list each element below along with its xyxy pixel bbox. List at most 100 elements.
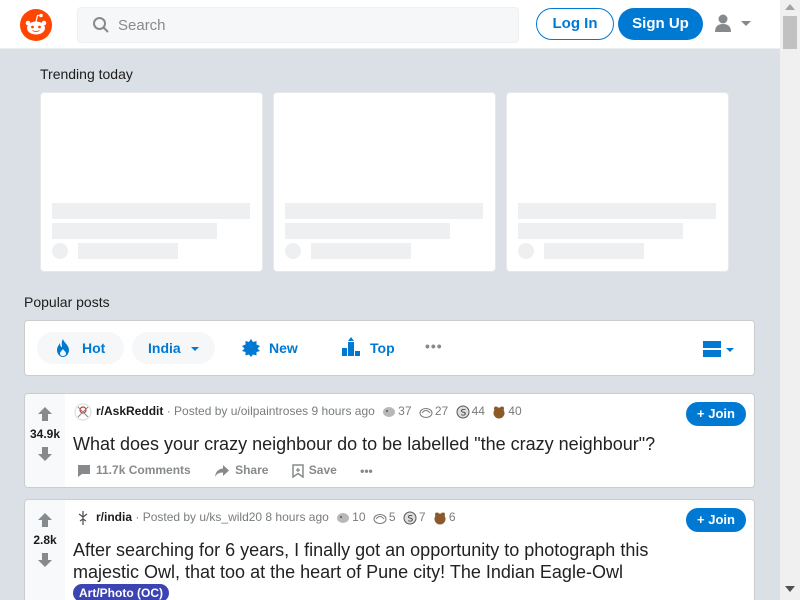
downvote-icon[interactable] [37,446,53,462]
post-title[interactable]: After searching for 6 years, I finally g… [73,539,648,583]
downvote-icon[interactable] [37,552,53,568]
subreddit-link[interactable]: r/AskReddit [96,404,163,418]
skeleton-line [518,203,716,219]
vote-count: 2.8k [33,533,57,547]
search-input[interactable]: Search [118,17,166,34]
sort-bar: Hot India New Top ••• [24,320,755,376]
page-scrollbar[interactable] [780,0,800,600]
subreddit-icon[interactable] [74,509,92,527]
chevron-down-icon [726,348,734,352]
join-button[interactable]: + Join [686,402,746,426]
more-options-button[interactable]: ••• [360,464,373,478]
post-actions: 11.7k Comments Share Save ••• [77,463,393,479]
upvote-icon[interactable] [37,512,53,528]
comments-label: 11.7k Comments [96,463,191,478]
skeleton-avatar [518,243,534,259]
trending-card[interactable] [40,92,263,272]
posted-by-text: · Posted by u/oilpaintroses 9 hours ago [166,404,375,419]
top-header: Search Log In Sign Up [0,0,780,49]
view-layout-button[interactable] [703,339,737,359]
trending-card[interactable] [273,92,496,272]
share-label: Share [235,463,269,478]
signup-button[interactable]: Sign Up [618,8,703,40]
reddit-logo-icon[interactable] [20,9,52,41]
bookmark-icon [292,464,304,479]
location-select[interactable]: India [132,332,215,364]
post-title-line: majestic Owl, that too at the heart of P… [73,562,623,582]
chevron-down-icon [741,21,751,26]
award-count: 10 [352,510,366,525]
award-count: 37 [398,404,412,419]
subreddit-link[interactable]: r/india [96,510,132,524]
post-flair[interactable]: Art/Photo (OC) [73,584,169,600]
more-options-button[interactable]: ••• [425,338,443,354]
posted-by-text: · Posted by u/ks_wild20 8 hours ago [135,510,329,525]
sort-top-label: Top [370,340,395,356]
join-label: Join [708,406,735,421]
save-button[interactable]: Save [292,463,337,479]
award-icon [337,513,350,523]
sort-hot-label: Hot [82,340,106,356]
skeleton-line [52,203,250,219]
subreddit-icon[interactable] [74,403,92,421]
comments-button[interactable]: 11.7k Comments [77,463,191,478]
skeleton-line [52,223,217,239]
login-button[interactable]: Log In [536,8,614,40]
award-count: 27 [434,404,449,419]
post-meta: r/AskReddit · Posted by u/oilpaintroses … [74,403,522,421]
scroll-down-icon[interactable] [785,586,795,592]
scroll-thumb[interactable] [783,16,797,49]
share-button[interactable]: Share [214,463,268,478]
award-count: 40 [508,404,522,419]
award-count: 5 [388,510,396,525]
join-label: Join [708,512,735,527]
award-icon [493,406,505,419]
award-icon [373,514,387,524]
popular-posts-title: Popular posts [24,294,110,310]
podium-icon [342,337,360,356]
vote-column: 2.8k [25,500,65,600]
vote-column: 34.9k [25,394,65,487]
post-card[interactable]: 34.9k r/AskReddit · Posted by u/oilpaint… [24,393,755,488]
award-icon: S [456,405,470,419]
post-meta: r/india · Posted by u/ks_wild20 8 hours … [74,509,456,525]
skeleton-avatar [285,243,301,259]
award-icon [383,407,396,417]
trending-card[interactable] [506,92,729,272]
award-icon: S [403,511,417,525]
upvote-icon[interactable] [37,406,53,422]
post-card[interactable]: 2.8k r/india · Posted by u/ks_wild20 8 h… [24,499,755,600]
card-view-icon [703,341,721,357]
skeleton-line [285,223,450,239]
post-title[interactable]: What does your crazy neighbour do to be … [73,433,655,455]
sparkle-badge-icon [242,339,260,357]
skeleton-line [311,243,411,259]
skeleton-line [544,243,644,259]
user-dropdown[interactable] [713,12,757,36]
svg-text:S: S [407,515,413,525]
vote-count: 34.9k [29,427,61,441]
user-icon [715,14,731,32]
sort-new-button[interactable]: New [235,332,315,364]
join-button[interactable]: + Join [686,508,746,532]
scroll-up-icon[interactable] [785,4,795,10]
skeleton-line [285,203,483,219]
skeleton-line [78,243,178,259]
trending-title: Trending today [40,66,133,82]
award-icon [419,408,433,418]
skeleton-line [518,223,683,239]
sort-hot-button[interactable]: Hot [37,332,124,364]
location-label: India [148,340,181,356]
search-bar[interactable]: Search [77,7,519,43]
post-title-line: After searching for 6 years, I finally g… [73,540,649,560]
award-count: 7 [418,510,426,525]
share-icon [215,465,230,478]
sort-top-button[interactable]: Top [335,332,405,364]
comment-icon [78,465,90,478]
award-count: 44 [471,404,485,419]
sort-new-label: New [269,340,298,356]
award-count: 6 [448,510,456,525]
search-icon [93,17,109,33]
chevron-down-icon [191,347,199,351]
save-label: Save [308,463,337,478]
